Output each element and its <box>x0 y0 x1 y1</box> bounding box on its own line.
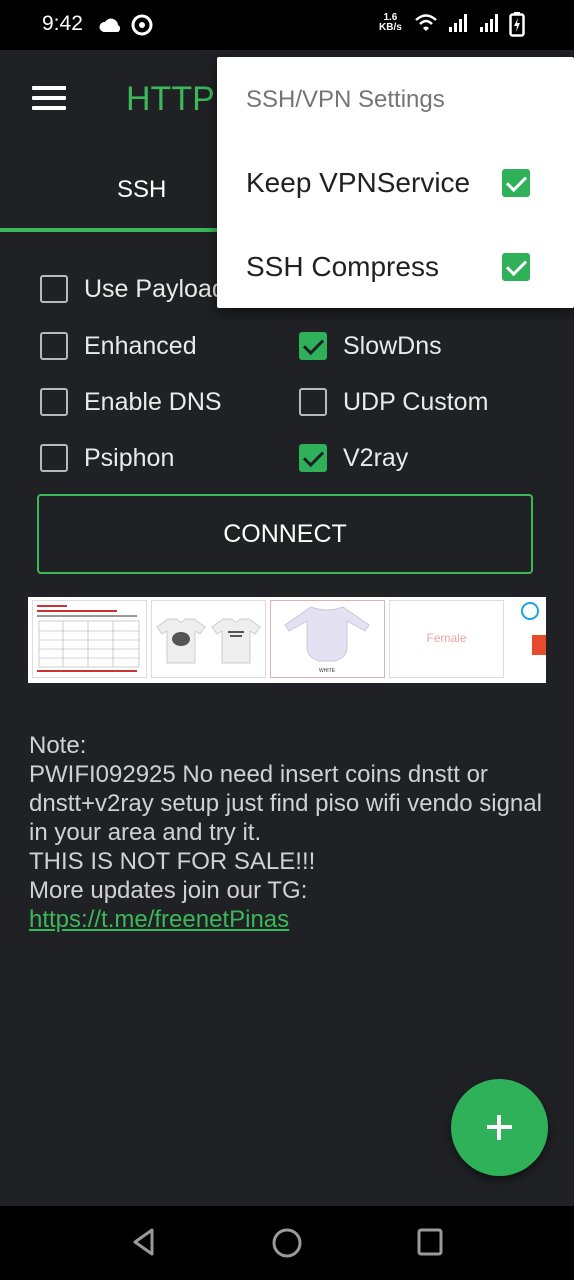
ad-female-thumbnail: Female <box>389 600 504 678</box>
net-speed: 1.6 KB/s <box>379 13 402 33</box>
ad-female-label: Female <box>426 631 467 645</box>
app-notification-icon <box>131 14 153 36</box>
enhanced-checkbox[interactable] <box>40 332 68 360</box>
cloud-notification-icon <box>99 18 121 32</box>
v2ray-option[interactable]: V2ray <box>299 438 408 478</box>
tab-ssh[interactable]: SSH <box>117 176 166 204</box>
note-updates: More updates join our TG: https://t.me/f… <box>29 876 549 934</box>
menu-title: SSH/VPN Settings <box>246 86 445 113</box>
menu-item-ssh-compress[interactable]: SSH Compress <box>217 227 574 307</box>
connect-button[interactable]: CONNECT <box>37 494 533 574</box>
use-payload-option[interactable]: Use Payload <box>40 269 226 309</box>
telegram-link[interactable]: https://t.me/freenetPinas <box>29 906 289 933</box>
home-icon[interactable] <box>271 1227 303 1259</box>
keep-vpnservice-checkbox[interactable] <box>502 169 530 197</box>
menu-hamburger-icon[interactable] <box>32 86 66 110</box>
ad-tshirt-thumbnail <box>151 600 266 678</box>
note-body: PWIFI092925 No need insert coins dnstt o… <box>29 761 542 846</box>
enhanced-label: Enhanced <box>84 331 197 360</box>
add-fab-button[interactable] <box>451 1079 548 1176</box>
recents-icon[interactable] <box>416 1227 444 1257</box>
slowdns-option[interactable]: SlowDns <box>299 326 442 366</box>
psiphon-checkbox[interactable] <box>40 444 68 472</box>
keep-vpnservice-label: Keep VPNService <box>246 167 471 198</box>
note-heading: Note: <box>29 732 87 759</box>
status-time: 9:42 <box>42 12 83 35</box>
net-speed-unit: KB/s <box>379 22 402 33</box>
use-payload-label: Use Payload <box>84 274 226 303</box>
enhanced-option[interactable]: Enhanced <box>40 326 197 366</box>
ssh-compress-label: SSH Compress <box>246 251 439 282</box>
note-warning: THIS IS NOT FOR SALE!!! <box>29 848 316 875</box>
udp-custom-option[interactable]: UDP Custom <box>299 382 488 422</box>
slowdns-checkbox[interactable] <box>299 332 327 360</box>
app-title: HTTP <box>126 80 215 118</box>
enable-dns-option[interactable]: Enable DNS <box>40 382 222 422</box>
udp-custom-checkbox[interactable] <box>299 388 327 416</box>
v2ray-checkbox[interactable] <box>299 444 327 472</box>
udp-custom-label: UDP Custom <box>343 387 489 416</box>
wifi-icon <box>415 14 437 31</box>
back-icon[interactable] <box>130 1227 158 1257</box>
signal-icon <box>449 14 467 32</box>
note-text: Note: PWIFI092925 No need insert coins d… <box>29 731 549 934</box>
note-updates-prefix: More updates join our TG: <box>29 877 308 904</box>
ad-onesie-thumbnail: WHITE <box>270 600 385 678</box>
slowdns-label: SlowDns <box>343 331 442 360</box>
enable-dns-checkbox[interactable] <box>40 388 68 416</box>
psiphon-option[interactable]: Psiphon <box>40 438 174 478</box>
psiphon-label: Psiphon <box>84 443 175 472</box>
use-payload-checkbox[interactable] <box>40 275 68 303</box>
ad-info-icon[interactable] <box>512 599 546 679</box>
enable-dns-label: Enable DNS <box>84 387 222 416</box>
ad-banner[interactable]: WHITE Female <box>28 597 546 683</box>
signal-icon-2 <box>480 14 498 32</box>
ssh-compress-checkbox[interactable] <box>502 253 530 281</box>
ad-document-thumbnail <box>32 600 147 678</box>
menu-item-keep-vpnservice[interactable]: Keep VPNService <box>217 143 574 223</box>
ad-white-caption: WHITE <box>319 668 336 674</box>
navigation-bar <box>0 1206 574 1280</box>
status-bar: 9:42 1.6 KB/s <box>0 0 574 50</box>
settings-popup-menu: SSH/VPN Settings Keep VPNService SSH Com… <box>217 57 574 308</box>
v2ray-label: V2ray <box>343 443 409 472</box>
battery-charging-icon <box>509 12 525 37</box>
